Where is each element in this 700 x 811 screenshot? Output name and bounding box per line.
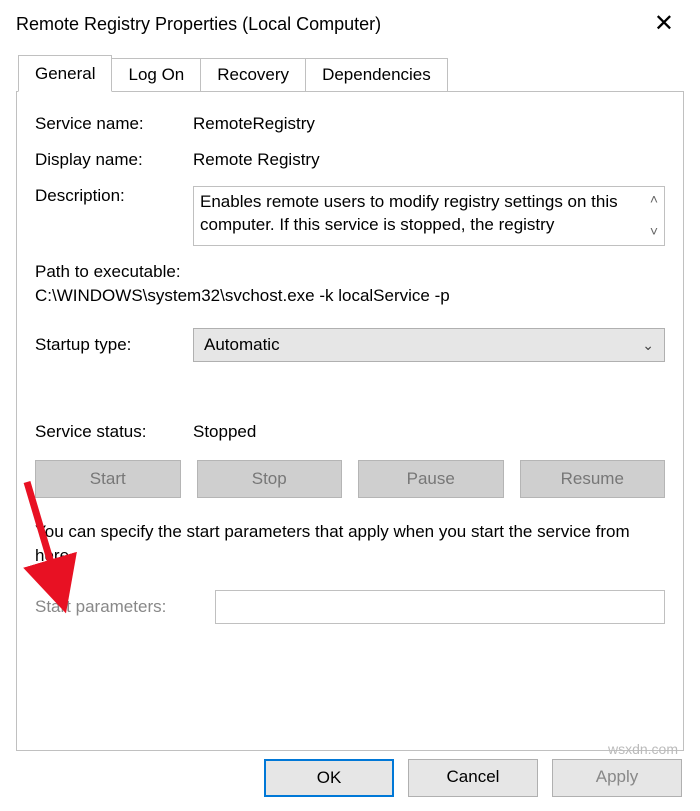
tab-strip: General Log On Recovery Dependencies — [18, 54, 700, 91]
service-control-buttons: Start Stop Pause Resume — [35, 460, 665, 498]
path-value: C:\WINDOWS\system32\svchost.exe -k local… — [35, 286, 665, 306]
tab-dependencies[interactable]: Dependencies — [305, 58, 448, 91]
resume-button[interactable]: Resume — [520, 460, 666, 498]
pause-button[interactable]: Pause — [358, 460, 504, 498]
start-params-input[interactable] — [215, 590, 665, 624]
description-text[interactable]: Enables remote users to modify registry … — [200, 191, 644, 237]
start-params-label: Start parameters: — [35, 597, 215, 617]
tab-logon[interactable]: Log On — [111, 58, 201, 91]
service-name-value: RemoteRegistry — [193, 114, 665, 134]
stop-button[interactable]: Stop — [197, 460, 343, 498]
start-button[interactable]: Start — [35, 460, 181, 498]
description-box: Enables remote users to modify registry … — [193, 186, 665, 246]
cancel-button[interactable]: Cancel — [408, 759, 538, 797]
dialog-button-bar: OK Cancel Apply — [264, 759, 682, 797]
service-status-label: Service status: — [35, 422, 193, 442]
titlebar: Remote Registry Properties (Local Comput… — [0, 0, 700, 46]
tab-general[interactable]: General — [18, 55, 112, 92]
start-params-hint: You can specify the start parameters tha… — [35, 520, 665, 568]
watermark: wsxdn.com — [608, 741, 678, 757]
close-icon[interactable]: ✕ — [644, 10, 684, 38]
service-name-label: Service name: — [35, 114, 193, 134]
startup-type-select[interactable]: Automatic ⌄ — [193, 328, 665, 362]
startup-type-label: Startup type: — [35, 335, 193, 355]
scroll-up-icon[interactable]: ˄ — [650, 191, 658, 207]
window-title: Remote Registry Properties (Local Comput… — [16, 14, 381, 35]
path-label: Path to executable: — [35, 262, 665, 282]
general-panel: Service name: RemoteRegistry Display nam… — [16, 91, 684, 751]
display-name-value: Remote Registry — [193, 150, 665, 170]
scroll-down-icon[interactable]: ˅ — [650, 223, 658, 239]
service-status-value: Stopped — [193, 422, 665, 442]
startup-type-value: Automatic — [204, 335, 280, 355]
description-scrollbar[interactable]: ˄ ˅ — [650, 191, 658, 239]
chevron-down-icon: ⌄ — [642, 337, 654, 354]
ok-button[interactable]: OK — [264, 759, 394, 797]
apply-button[interactable]: Apply — [552, 759, 682, 797]
display-name-label: Display name: — [35, 150, 193, 170]
description-label: Description: — [35, 186, 193, 246]
tab-recovery[interactable]: Recovery — [200, 58, 306, 91]
